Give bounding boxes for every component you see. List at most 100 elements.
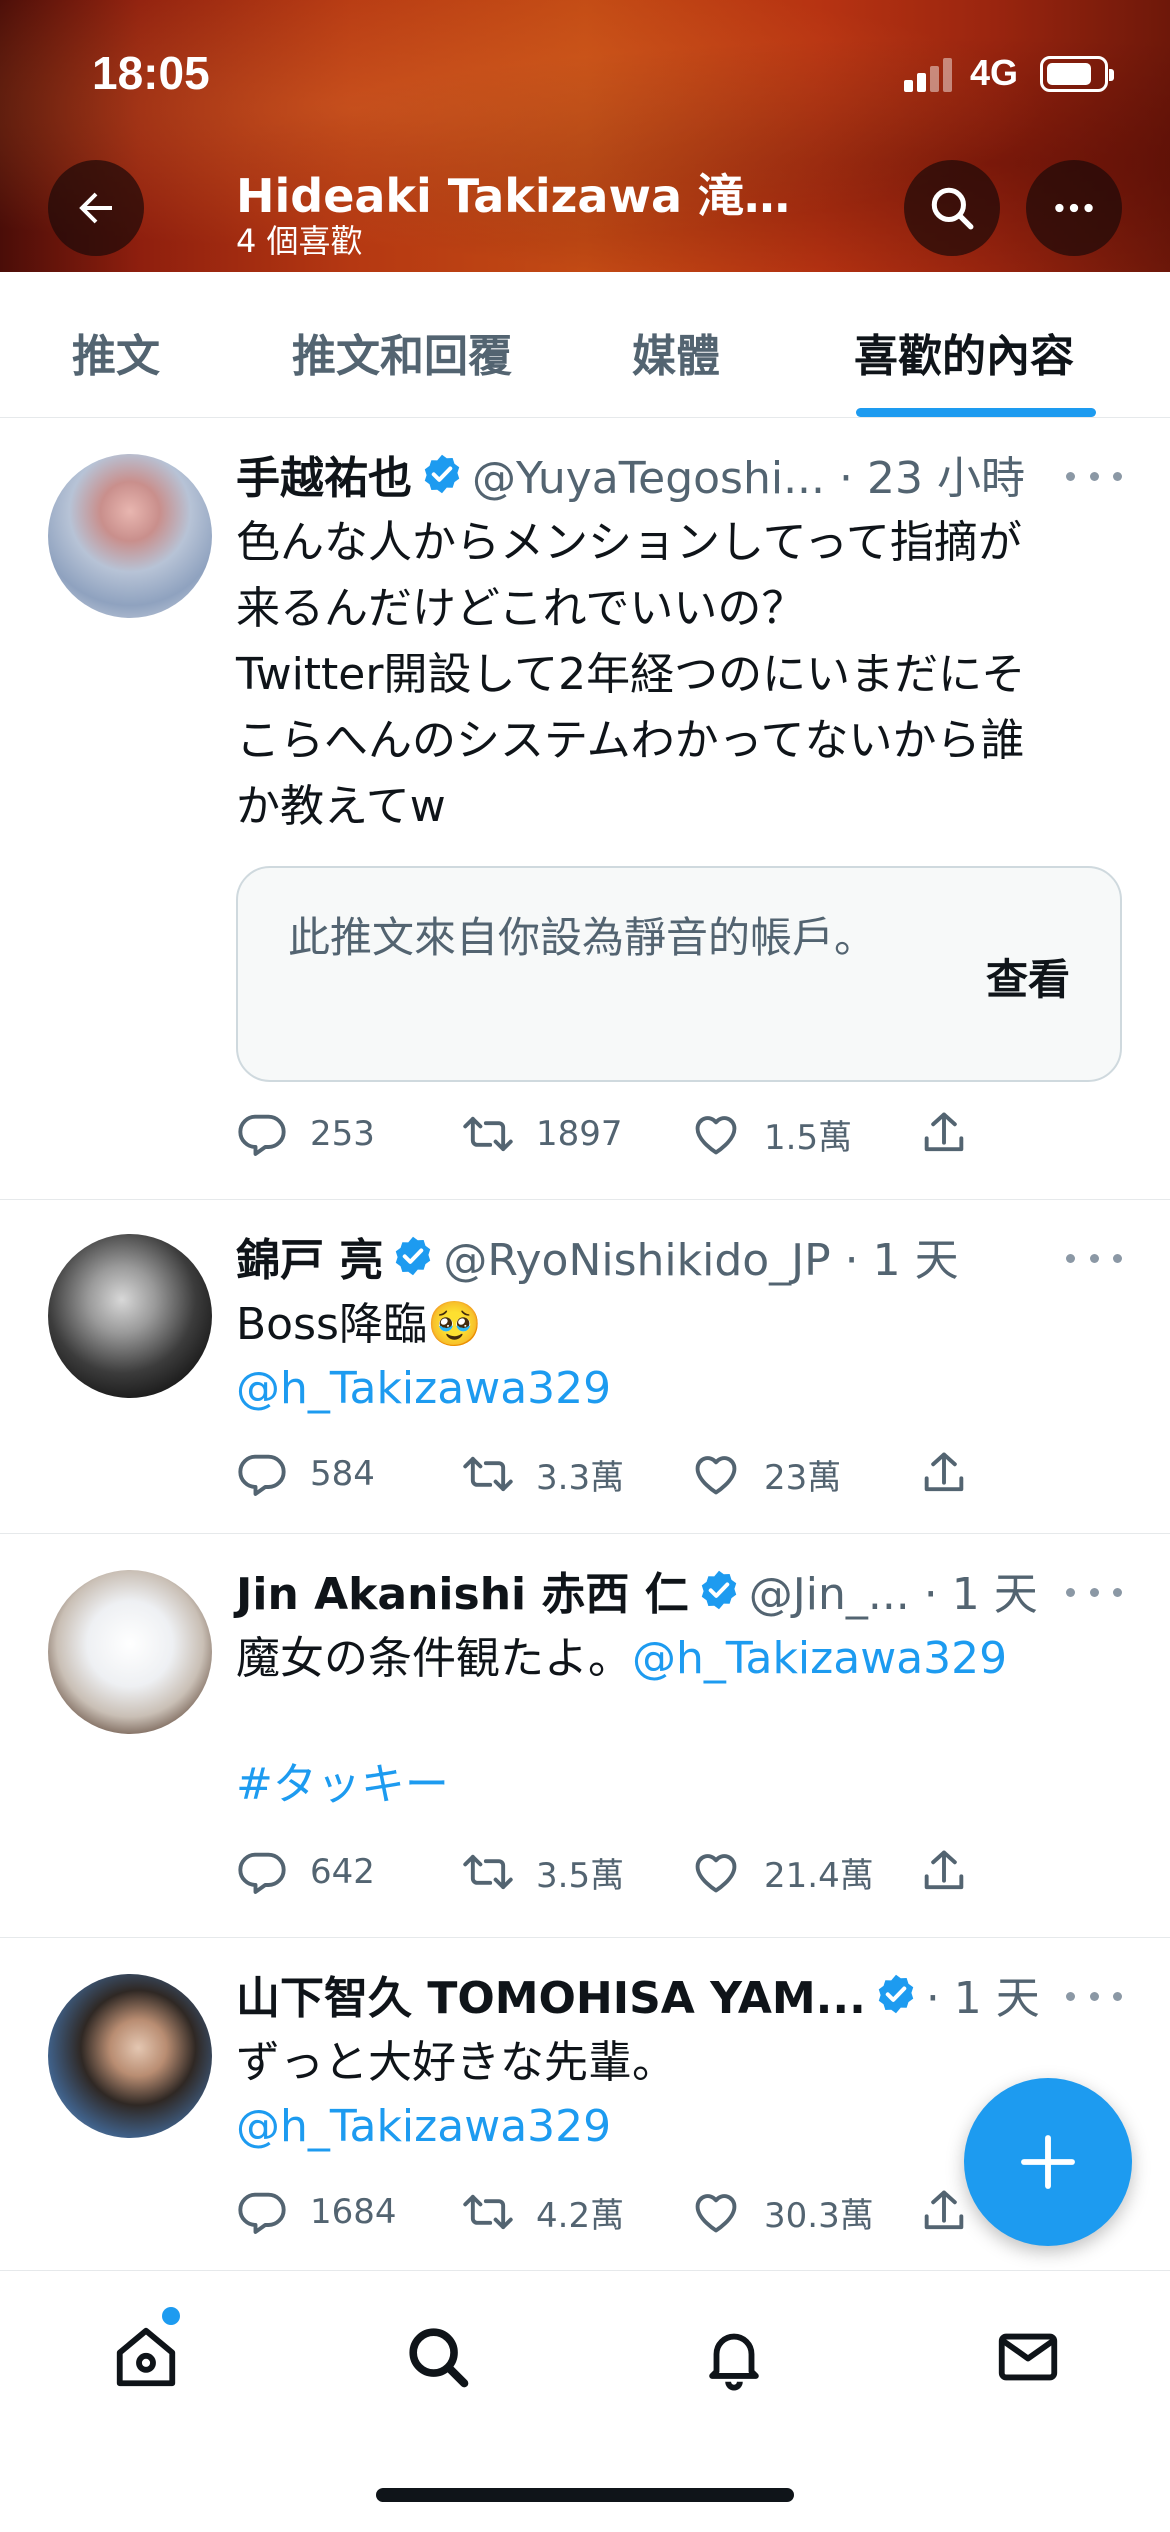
like-button[interactable]: 21.4萬 — [690, 1842, 874, 1902]
share-icon — [924, 2190, 964, 2230]
tab-tweets[interactable]: 推文 — [72, 320, 160, 384]
more-button[interactable] — [1026, 160, 1122, 256]
author-handle-and-time: @RyoNishikido_JP · 1 天 — [443, 1235, 959, 1286]
share-button[interactable] — [918, 1444, 970, 1504]
like-count: 23萬 — [764, 1457, 842, 1498]
bell-icon — [709, 2333, 759, 2391]
search-button[interactable] — [904, 160, 1000, 256]
tab-tweets-replies[interactable]: 推文和回覆 — [292, 320, 512, 384]
tweet-header: 山下智久 TOMOHISA YAM... · 1 天 — [236, 1966, 1040, 2024]
share-icon — [924, 1112, 964, 1152]
author-handle-and-time: · 1 天 — [925, 1973, 1040, 2024]
tweet-header: 手越祐也 @YuyaTegoshi... · 23 小時 — [236, 446, 1025, 504]
like-button[interactable]: 30.3萬 — [690, 2182, 874, 2242]
tweet-text: ずっと大好きな先輩。 — [236, 2037, 676, 2088]
reply-icon — [238, 2192, 286, 2234]
reply-button[interactable]: 1684 — [236, 2182, 397, 2242]
avatar[interactable] — [48, 1974, 212, 2138]
hashtag-link[interactable]: #タッキー — [236, 1752, 1116, 1818]
heart-icon — [695, 1456, 737, 1495]
tab-media[interactable]: 媒體 — [632, 320, 720, 384]
share-button[interactable] — [918, 2182, 970, 2242]
author-name[interactable]: 山下智久 TOMOHISA YAM... — [236, 1962, 866, 2026]
like-count: 21.4萬 — [764, 1855, 874, 1896]
tweet-header: Jin Akanishi 赤西 仁 @Jin_... · 1 天 — [236, 1562, 1038, 1620]
tweet-text: 色んな人からメンションしてって指摘が 来るんだけどこれでいいの？ Twitter… — [236, 517, 1026, 832]
tweet-more-icon[interactable] — [1066, 1986, 1122, 2006]
status-bar: 18:05 4G — [0, 0, 1170, 150]
mention-link[interactable]: @h_Takizawa329 — [632, 1633, 1007, 1684]
like-count: 1.5萬 — [764, 1117, 853, 1158]
reply-button[interactable]: 584 — [236, 1444, 375, 1504]
likes-count: 4 個喜歡 — [236, 222, 363, 260]
mail-icon — [998, 2333, 1058, 2381]
reply-count: 642 — [310, 1852, 375, 1892]
status-time: 18:05 — [92, 47, 210, 99]
retweet-button[interactable]: 4.2萬 — [462, 2182, 624, 2242]
tweet-text: Boss降臨🥹 — [236, 1299, 482, 1350]
reply-icon — [238, 1114, 286, 1156]
tab-likes[interactable]: 喜歡的內容 — [854, 320, 1074, 384]
retweet-icon — [463, 1116, 513, 1152]
retweet-icon — [463, 2194, 513, 2230]
retweet-count: 4.2萬 — [536, 2195, 625, 2236]
reply-icon — [238, 1454, 286, 1496]
reply-count: 253 — [310, 1114, 375, 1154]
like-button[interactable]: 1.5萬 — [690, 1104, 852, 1164]
verified-badge-icon — [396, 1236, 431, 1276]
share-button[interactable] — [918, 1104, 970, 1164]
search-icon — [409, 2328, 469, 2388]
retweet-count: 3.5萬 — [536, 1855, 625, 1896]
share-button[interactable] — [918, 1842, 970, 1902]
tweet-text: 魔女の条件観たよ。 — [236, 1633, 632, 1684]
verified-badge-icon — [878, 1974, 914, 2014]
share-icon — [924, 1452, 964, 1492]
tweet-more-icon[interactable] — [1066, 1248, 1122, 1268]
cellular-signal-icon — [904, 58, 954, 92]
retweet-button[interactable]: 1897 — [462, 1104, 623, 1164]
view-muted-tweet-button[interactable]: 查看 — [986, 946, 1070, 1007]
tweet-text-line: 魔女の条件観たよ。@h_Takizawa329 — [236, 1626, 1116, 1692]
tweet-more-icon[interactable] — [1066, 1582, 1122, 1602]
author-handle-and-time: @YuyaTegoshi... · 23 小時 — [472, 453, 1025, 504]
retweet-button[interactable]: 3.3萬 — [462, 1444, 624, 1504]
plus-icon — [1021, 2135, 1075, 2189]
tweet-card[interactable]: 錦戸 亮 @RyoNishikido_JP · 1 天 Boss降臨🥹 @h_T… — [0, 1200, 1170, 1534]
reply-button[interactable]: 253 — [236, 1104, 375, 1164]
nav-search[interactable] — [398, 2317, 478, 2397]
tweet-card[interactable]: Jin Akanishi 赤西 仁 @Jin_... · 1 天 魔女の条件観た… — [0, 1534, 1170, 1938]
author-name[interactable]: 手越祐也 — [236, 442, 412, 506]
tweet-actions: 1684 4.2萬 30.3萬 — [236, 2182, 996, 2242]
author-name[interactable]: Jin Akanishi 赤西 仁 — [236, 1558, 689, 1622]
retweet-count: 3.3萬 — [536, 1457, 625, 1498]
nav-home[interactable] — [106, 2317, 186, 2397]
compose-tweet-button[interactable] — [964, 2078, 1132, 2246]
reply-count: 584 — [310, 1454, 375, 1494]
tweet-more-icon[interactable] — [1066, 466, 1122, 486]
author-name[interactable]: 錦戸 亮 — [236, 1224, 383, 1288]
tweet-card[interactable]: 手越祐也 @YuyaTegoshi... · 23 小時 色んな人からメンション… — [0, 418, 1170, 1200]
back-button[interactable] — [48, 160, 144, 256]
retweet-button[interactable]: 3.5萬 — [462, 1842, 624, 1902]
reply-icon — [238, 1852, 286, 1894]
tweet-actions: 253 1897 1.5萬 — [236, 1104, 996, 1164]
profile-tabs: 推文 推文和回覆 媒體 喜歡的內容 — [0, 272, 1170, 418]
avatar[interactable] — [48, 454, 212, 618]
like-button[interactable]: 23萬 — [690, 1444, 841, 1504]
nav-messages[interactable] — [988, 2317, 1068, 2397]
retweet-count: 1897 — [536, 1114, 623, 1154]
muted-account-notice: 此推文來自你設為靜音的帳戶。 查看 — [236, 866, 1122, 1082]
heart-icon — [695, 2194, 737, 2233]
reply-button[interactable]: 642 — [236, 1842, 375, 1902]
avatar[interactable] — [48, 1570, 212, 1734]
arrow-left-icon — [79, 192, 112, 224]
avatar[interactable] — [48, 1234, 212, 1398]
nav-notifications[interactable] — [694, 2317, 774, 2397]
battery-icon — [1040, 56, 1114, 92]
retweet-icon — [463, 1456, 513, 1492]
author-handle-and-time: @Jin_... · 1 天 — [748, 1569, 1038, 1620]
mention-link[interactable]: @h_Takizawa329 — [236, 1356, 1116, 1422]
heart-icon — [695, 1116, 737, 1155]
share-icon — [924, 1850, 964, 1890]
search-icon — [931, 187, 974, 230]
